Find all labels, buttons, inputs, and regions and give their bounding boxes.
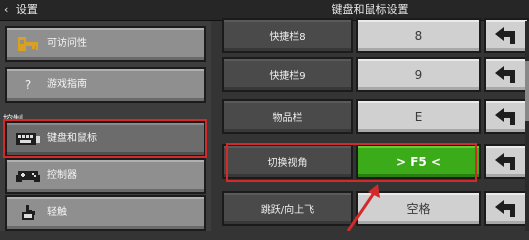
sidebar-item-accessibility[interactable]: 可访问性 <box>5 26 206 62</box>
back-button[interactable]: ‹ 设置 <box>4 2 38 18</box>
sidebar-item-label: 键盘和鼠标 <box>47 133 97 144</box>
sidebar-item-keyboard-mouse[interactable]: 键盘和鼠标 <box>5 121 206 157</box>
binding-row-inventory: 物品栏 E <box>218 97 529 136</box>
binding-key-button[interactable]: E <box>356 99 481 134</box>
sidebar-item-label: 控制器 <box>47 170 77 181</box>
sidebar-item-label: 可访问性 <box>47 38 87 49</box>
question-icon: ? <box>24 78 32 92</box>
reset-binding-button[interactable] <box>484 191 529 226</box>
binding-action-label: 快捷栏8 <box>222 18 353 53</box>
binding-key-button[interactable]: 9 <box>356 57 481 92</box>
sidebar-item-touch[interactable]: 轻触 <box>5 195 206 231</box>
gamepad-icon <box>15 166 41 186</box>
scrollbar[interactable] <box>525 21 529 231</box>
sidebar-item-label: 轻触 <box>47 207 67 218</box>
touch-hand-icon <box>15 203 41 223</box>
reset-binding-button[interactable] <box>484 57 529 92</box>
sidebar: 可访问性 ? 游戏指南 控制 键盘和鼠标 <box>0 21 211 231</box>
binding-key-button[interactable]: 8 <box>356 18 481 53</box>
binding-key-button[interactable]: 空格 <box>356 191 481 226</box>
undo-arrow-icon <box>494 26 515 44</box>
sidebar-item-how-to-play[interactable]: ? 游戏指南 <box>5 67 206 103</box>
binding-action-label: 物品栏 <box>222 99 353 134</box>
binding-action-label: 切换视角 <box>222 144 353 179</box>
binding-row-hotbar-8: 快捷栏8 8 <box>218 16 529 55</box>
binding-key-button[interactable]: > F5 < <box>356 144 481 179</box>
keyboard-icon <box>15 129 41 149</box>
sidebar-item-controller[interactable]: 控制器 <box>5 158 206 194</box>
chevron-left-icon: ‹ <box>4 3 9 16</box>
binding-action-label: 跳跃/向上飞 <box>222 191 353 226</box>
binding-row-jump-fly-up: 跳跃/向上飞 空格 <box>218 189 529 228</box>
undo-arrow-icon <box>494 107 515 125</box>
undo-arrow-icon <box>494 65 515 83</box>
reset-binding-button[interactable] <box>484 144 529 179</box>
binding-action-label: 快捷栏9 <box>222 57 353 92</box>
reset-binding-button[interactable] <box>484 99 529 134</box>
binding-row-hotbar-9: 快捷栏9 9 <box>218 55 529 94</box>
undo-arrow-icon <box>494 152 515 170</box>
binding-row-toggle-perspective: 切换视角 > F5 < <box>218 142 529 181</box>
reset-binding-button[interactable] <box>484 18 529 53</box>
scroll-thumb[interactable] <box>525 61 529 121</box>
undo-arrow-icon <box>494 199 515 217</box>
back-label: 设置 <box>15 3 38 16</box>
key-icon <box>15 34 41 54</box>
sidebar-item-label: 游戏指南 <box>47 79 87 90</box>
